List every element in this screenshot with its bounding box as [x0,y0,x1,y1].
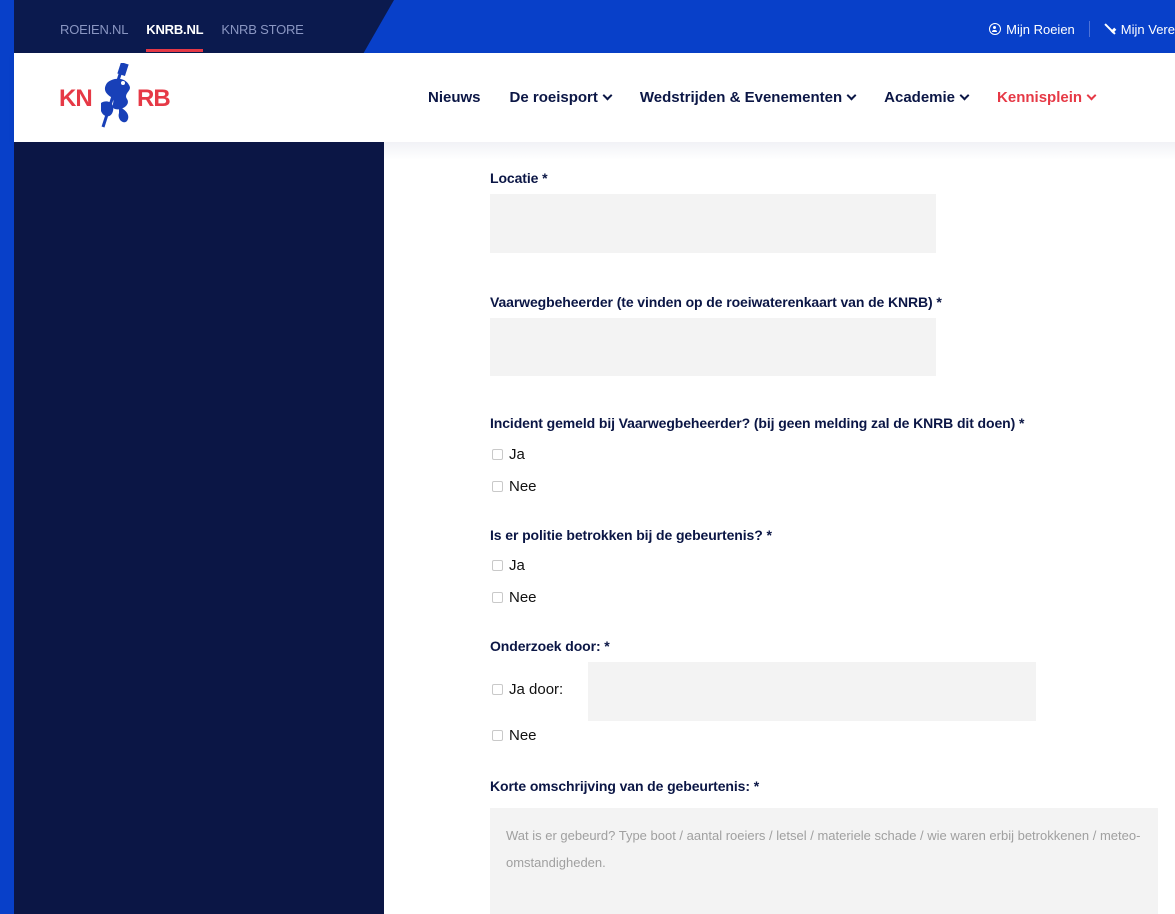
option-label: Nee [509,727,537,744]
site-link-knrb-store[interactable]: KNRB STORE [221,22,303,37]
sidebar-panel [14,142,384,914]
onderzoek-door-input[interactable] [588,662,1036,721]
frame-left [0,0,14,914]
nav-item-academie[interactable]: Academie [884,89,970,106]
omschrijving-label: Korte omschrijving van de gebeurtenis: * [490,778,760,794]
mijn-vereniging-label: Mijn Vere [1120,21,1175,37]
gemeld-option-nee[interactable]: Nee [492,478,537,495]
account-links: Mijn Roeien Mijn Vere [989,21,1175,37]
main-nav: Nieuws De roeisport Wedstrijden & Evenem… [428,89,1124,106]
nav-item-nieuws[interactable]: Nieuws [428,89,481,106]
checkbox[interactable] [492,730,503,741]
option-label: Ja door: [509,681,564,698]
locatie-input[interactable] [490,194,936,253]
onderzoek-option-nee[interactable]: Nee [492,727,537,744]
checkbox[interactable] [492,560,503,571]
site-link-knrb[interactable]: KNRB.NL [146,22,204,52]
incident-gemeld-label: Incident gemeld bij Vaarwegbeheerder? (b… [490,415,1025,431]
checkbox[interactable] [492,449,503,460]
option-label: Ja [509,446,525,463]
site-link-roeien[interactable]: ROEIEN.NL [60,22,128,37]
nav-item-wedstrijden[interactable]: Wedstrijden & Evenementen [639,89,857,106]
politie-label: Is er politie betrokken bij de gebeurten… [490,527,772,543]
oar-icon [1104,23,1116,35]
chevron-down-icon [1086,90,1097,101]
logo-text-right: RB [137,85,171,112]
gemeld-option-ja[interactable]: Ja [492,446,525,463]
site-switcher: ROEIEN.NL KNRB.NL KNRB STORE [60,22,304,52]
nav-label: Nieuws [428,89,481,106]
topbar-divider [1088,21,1090,37]
politie-option-nee[interactable]: Nee [492,589,537,606]
onderzoek-option-ja-door[interactable]: Ja door: [492,681,563,698]
logo-text-left: KN [59,85,93,112]
nav-label: Academie [884,89,956,106]
header-shadow [384,142,1175,160]
vaarwegbeheerder-label: Vaarwegbeheerder (te vinden op de roeiwa… [490,294,942,310]
nav-item-de-roeisport[interactable]: De roeisport [509,89,613,106]
option-label: Nee [509,589,537,606]
chevron-down-icon [602,90,613,101]
lion-emblem-icon [101,63,130,128]
chevron-down-icon [846,90,857,101]
checkbox[interactable] [492,684,503,695]
nav-label: Wedstrijden & Evenementen [639,89,843,106]
option-label: Nee [509,478,537,495]
vaarwegbeheerder-input[interactable] [490,318,936,376]
user-icon [989,23,1002,35]
form-content: Locatie * Vaarwegbeheerder (te vinden op… [384,142,1175,914]
politie-option-ja[interactable]: Ja [492,557,525,574]
nav-label: Kennisplein [997,89,1083,106]
top-utility-bar: ROEIEN.NL KNRB.NL KNRB STORE Mijn Roeien… [14,0,1175,53]
omschrijving-textarea[interactable]: Wat is er gebeurd? Type boot / aantal ro… [490,808,1158,914]
nav-item-kennisplein[interactable]: Kennisplein [997,89,1097,106]
chevron-down-icon [959,90,970,101]
locatie-label: Locatie * [490,170,548,186]
option-label: Ja [509,557,525,574]
mijn-vereniging-link[interactable]: Mijn Vere [1104,22,1175,37]
nav-label: De roeisport [509,89,598,106]
checkbox[interactable] [492,481,503,492]
main-header: KN RB Nieuws De roeisport Wedstrijden & … [14,53,1175,142]
mijn-roeien-link[interactable]: Mijn Roeien [989,22,1075,37]
mijn-roeien-label: Mijn Roeien [1006,21,1075,37]
onderzoek-label: Onderzoek door: * [490,638,610,654]
knrb-logo[interactable]: KN RB [57,61,197,131]
checkbox[interactable] [492,592,503,603]
